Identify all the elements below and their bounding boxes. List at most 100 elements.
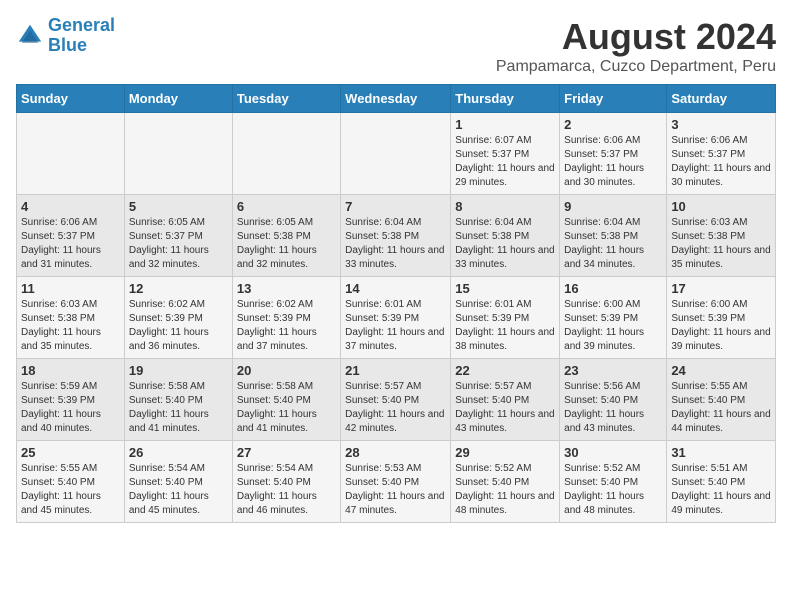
calendar-table: SundayMondayTuesdayWednesdayThursdayFrid… [16, 84, 776, 523]
day-number: 27 [237, 445, 336, 460]
day-info: Sunrise: 5:58 AM Sunset: 5:40 PM Dayligh… [129, 380, 228, 436]
calendar-cell: 16 Sunrise: 6:00 AM Sunset: 5:39 PM Dayli… [560, 277, 667, 359]
day-info: Sunrise: 5:55 AM Sunset: 5:40 PM Dayligh… [671, 380, 771, 436]
week-row-5: 25 Sunrise: 5:55 AM Sunset: 5:40 PM Dayli… [17, 441, 776, 523]
day-number: 21 [345, 363, 446, 378]
day-info: Sunrise: 6:03 AM Sunset: 5:38 PM Dayligh… [671, 216, 771, 272]
header-cell-tuesday: Tuesday [232, 85, 340, 113]
calendar-cell: 3Sunrise: 6:06 AM Sunset: 5:37 PM Daylig… [667, 113, 776, 195]
day-info: Sunrise: 6:00 AM Sunset: 5:39 PM Dayligh… [564, 298, 662, 354]
calendar-cell: 8Sunrise: 6:04 AM Sunset: 5:38 PM Daylig… [451, 195, 560, 277]
day-info: Sunrise: 6:00 AM Sunset: 5:39 PM Dayligh… [671, 298, 771, 354]
day-info: Sunrise: 5:52 AM Sunset: 5:40 PM Dayligh… [564, 462, 662, 518]
calendar-cell: 23Sunrise: 5:56 AM Sunset: 5:40 PM Dayli… [560, 359, 667, 441]
day-info: Sunrise: 6:06 AM Sunset: 5:37 PM Dayligh… [564, 134, 662, 190]
calendar-cell: 7 Sunrise: 6:04 AM Sunset: 5:38 PM Daylig… [341, 195, 451, 277]
calendar-cell: 22Sunrise: 5:57 AM Sunset: 5:40 PM Dayli… [451, 359, 560, 441]
week-row-3: 11 Sunrise: 6:03 AM Sunset: 5:38 PM Dayli… [17, 277, 776, 359]
week-row-1: 1Sunrise: 6:07 AM Sunset: 5:37 PM Daylig… [17, 113, 776, 195]
day-number: 16 [564, 281, 662, 296]
day-info: Sunrise: 6:04 AM Sunset: 5:38 PM Dayligh… [345, 216, 446, 272]
calendar-cell: 6 Sunrise: 6:05 AM Sunset: 5:38 PM Daylig… [232, 195, 340, 277]
day-info: Sunrise: 6:01 AM Sunset: 5:39 PM Dayligh… [455, 298, 555, 354]
logo: General Blue [16, 16, 115, 56]
logo-blue: Blue [48, 35, 87, 55]
day-number: 25 [21, 445, 120, 460]
calendar-cell [232, 113, 340, 195]
day-number: 14 [345, 281, 446, 296]
day-number: 29 [455, 445, 555, 460]
day-info: Sunrise: 5:55 AM Sunset: 5:40 PM Dayligh… [21, 462, 120, 518]
day-info: Sunrise: 6:02 AM Sunset: 5:39 PM Dayligh… [237, 298, 336, 354]
header-cell-monday: Monday [124, 85, 232, 113]
day-info: Sunrise: 6:04 AM Sunset: 5:38 PM Dayligh… [455, 216, 555, 272]
day-info: Sunrise: 5:57 AM Sunset: 5:40 PM Dayligh… [345, 380, 446, 436]
calendar-cell: 20Sunrise: 5:58 AM Sunset: 5:40 PM Dayli… [232, 359, 340, 441]
day-number: 24 [671, 363, 771, 378]
day-number: 31 [671, 445, 771, 460]
day-number: 18 [21, 363, 120, 378]
day-number: 7 [345, 199, 446, 214]
day-info: Sunrise: 6:04 AM Sunset: 5:38 PM Dayligh… [564, 216, 662, 272]
day-number: 13 [237, 281, 336, 296]
calendar-cell: 12 Sunrise: 6:02 AM Sunset: 5:39 PM Dayli… [124, 277, 232, 359]
day-info: Sunrise: 5:53 AM Sunset: 5:40 PM Dayligh… [345, 462, 446, 518]
day-info: Sunrise: 5:51 AM Sunset: 5:40 PM Dayligh… [671, 462, 771, 518]
day-number: 23 [564, 363, 662, 378]
calendar-cell: 24 Sunrise: 5:55 AM Sunset: 5:40 PM Dayli… [667, 359, 776, 441]
day-number: 19 [129, 363, 228, 378]
day-info: Sunrise: 5:59 AM Sunset: 5:39 PM Dayligh… [21, 380, 120, 436]
calendar-cell: 29 Sunrise: 5:52 AM Sunset: 5:40 PM Dayli… [451, 441, 560, 523]
logo-general: General [48, 15, 115, 35]
calendar-cell: 27 Sunrise: 5:54 AM Sunset: 5:40 PM Dayli… [232, 441, 340, 523]
calendar-cell: 31 Sunrise: 5:51 AM Sunset: 5:40 PM Dayli… [667, 441, 776, 523]
calendar-cell: 17 Sunrise: 6:00 AM Sunset: 5:39 PM Dayli… [667, 277, 776, 359]
header: General Blue August 2024 Pampamarca, Cuz… [16, 16, 776, 76]
day-number: 17 [671, 281, 771, 296]
day-info: Sunrise: 6:06 AM Sunset: 5:37 PM Dayligh… [671, 134, 771, 190]
calendar-cell: 28 Sunrise: 5:53 AM Sunset: 5:40 PM Dayli… [341, 441, 451, 523]
calendar-cell: 25 Sunrise: 5:55 AM Sunset: 5:40 PM Dayli… [17, 441, 125, 523]
day-info: Sunrise: 6:01 AM Sunset: 5:39 PM Dayligh… [345, 298, 446, 354]
day-info: Sunrise: 6:02 AM Sunset: 5:39 PM Dayligh… [129, 298, 228, 354]
logo-icon [16, 22, 44, 50]
calendar-body: 1Sunrise: 6:07 AM Sunset: 5:37 PM Daylig… [17, 113, 776, 523]
day-number: 11 [21, 281, 120, 296]
calendar-cell: 11 Sunrise: 6:03 AM Sunset: 5:38 PM Dayli… [17, 277, 125, 359]
day-number: 9 [564, 199, 662, 214]
calendar-cell: 18 Sunrise: 5:59 AM Sunset: 5:39 PM Dayli… [17, 359, 125, 441]
calendar-cell [124, 113, 232, 195]
page-subtitle: Pampamarca, Cuzco Department, Peru [496, 58, 776, 76]
day-number: 12 [129, 281, 228, 296]
calendar-cell: 26Sunrise: 5:54 AM Sunset: 5:40 PM Dayli… [124, 441, 232, 523]
day-info: Sunrise: 5:54 AM Sunset: 5:40 PM Dayligh… [237, 462, 336, 518]
calendar-cell: 14 Sunrise: 6:01 AM Sunset: 5:39 PM Dayli… [341, 277, 451, 359]
header-cell-friday: Friday [560, 85, 667, 113]
calendar-cell: 9 Sunrise: 6:04 AM Sunset: 5:38 PM Daylig… [560, 195, 667, 277]
page-title: August 2024 [496, 16, 776, 58]
day-number: 26 [129, 445, 228, 460]
day-info: Sunrise: 5:58 AM Sunset: 5:40 PM Dayligh… [237, 380, 336, 436]
day-number: 6 [237, 199, 336, 214]
header-cell-wednesday: Wednesday [341, 85, 451, 113]
calendar-cell: 1Sunrise: 6:07 AM Sunset: 5:37 PM Daylig… [451, 113, 560, 195]
day-info: Sunrise: 6:05 AM Sunset: 5:37 PM Dayligh… [129, 216, 228, 272]
calendar-cell: 15Sunrise: 6:01 AM Sunset: 5:39 PM Dayli… [451, 277, 560, 359]
header-row: SundayMondayTuesdayWednesdayThursdayFrid… [17, 85, 776, 113]
day-info: Sunrise: 6:05 AM Sunset: 5:38 PM Dayligh… [237, 216, 336, 272]
day-number: 1 [455, 117, 555, 132]
day-info: Sunrise: 6:03 AM Sunset: 5:38 PM Dayligh… [21, 298, 120, 354]
title-section: August 2024 Pampamarca, Cuzco Department… [496, 16, 776, 76]
calendar-cell: 21 Sunrise: 5:57 AM Sunset: 5:40 PM Dayli… [341, 359, 451, 441]
calendar-cell: 5Sunrise: 6:05 AM Sunset: 5:37 PM Daylig… [124, 195, 232, 277]
day-number: 28 [345, 445, 446, 460]
calendar-cell: 2 Sunrise: 6:06 AM Sunset: 5:37 PM Daylig… [560, 113, 667, 195]
day-info: Sunrise: 5:52 AM Sunset: 5:40 PM Dayligh… [455, 462, 555, 518]
day-number: 2 [564, 117, 662, 132]
calendar-cell [17, 113, 125, 195]
day-info: Sunrise: 6:06 AM Sunset: 5:37 PM Dayligh… [21, 216, 120, 272]
calendar-cell [341, 113, 451, 195]
day-number: 22 [455, 363, 555, 378]
header-cell-saturday: Saturday [667, 85, 776, 113]
header-cell-sunday: Sunday [17, 85, 125, 113]
